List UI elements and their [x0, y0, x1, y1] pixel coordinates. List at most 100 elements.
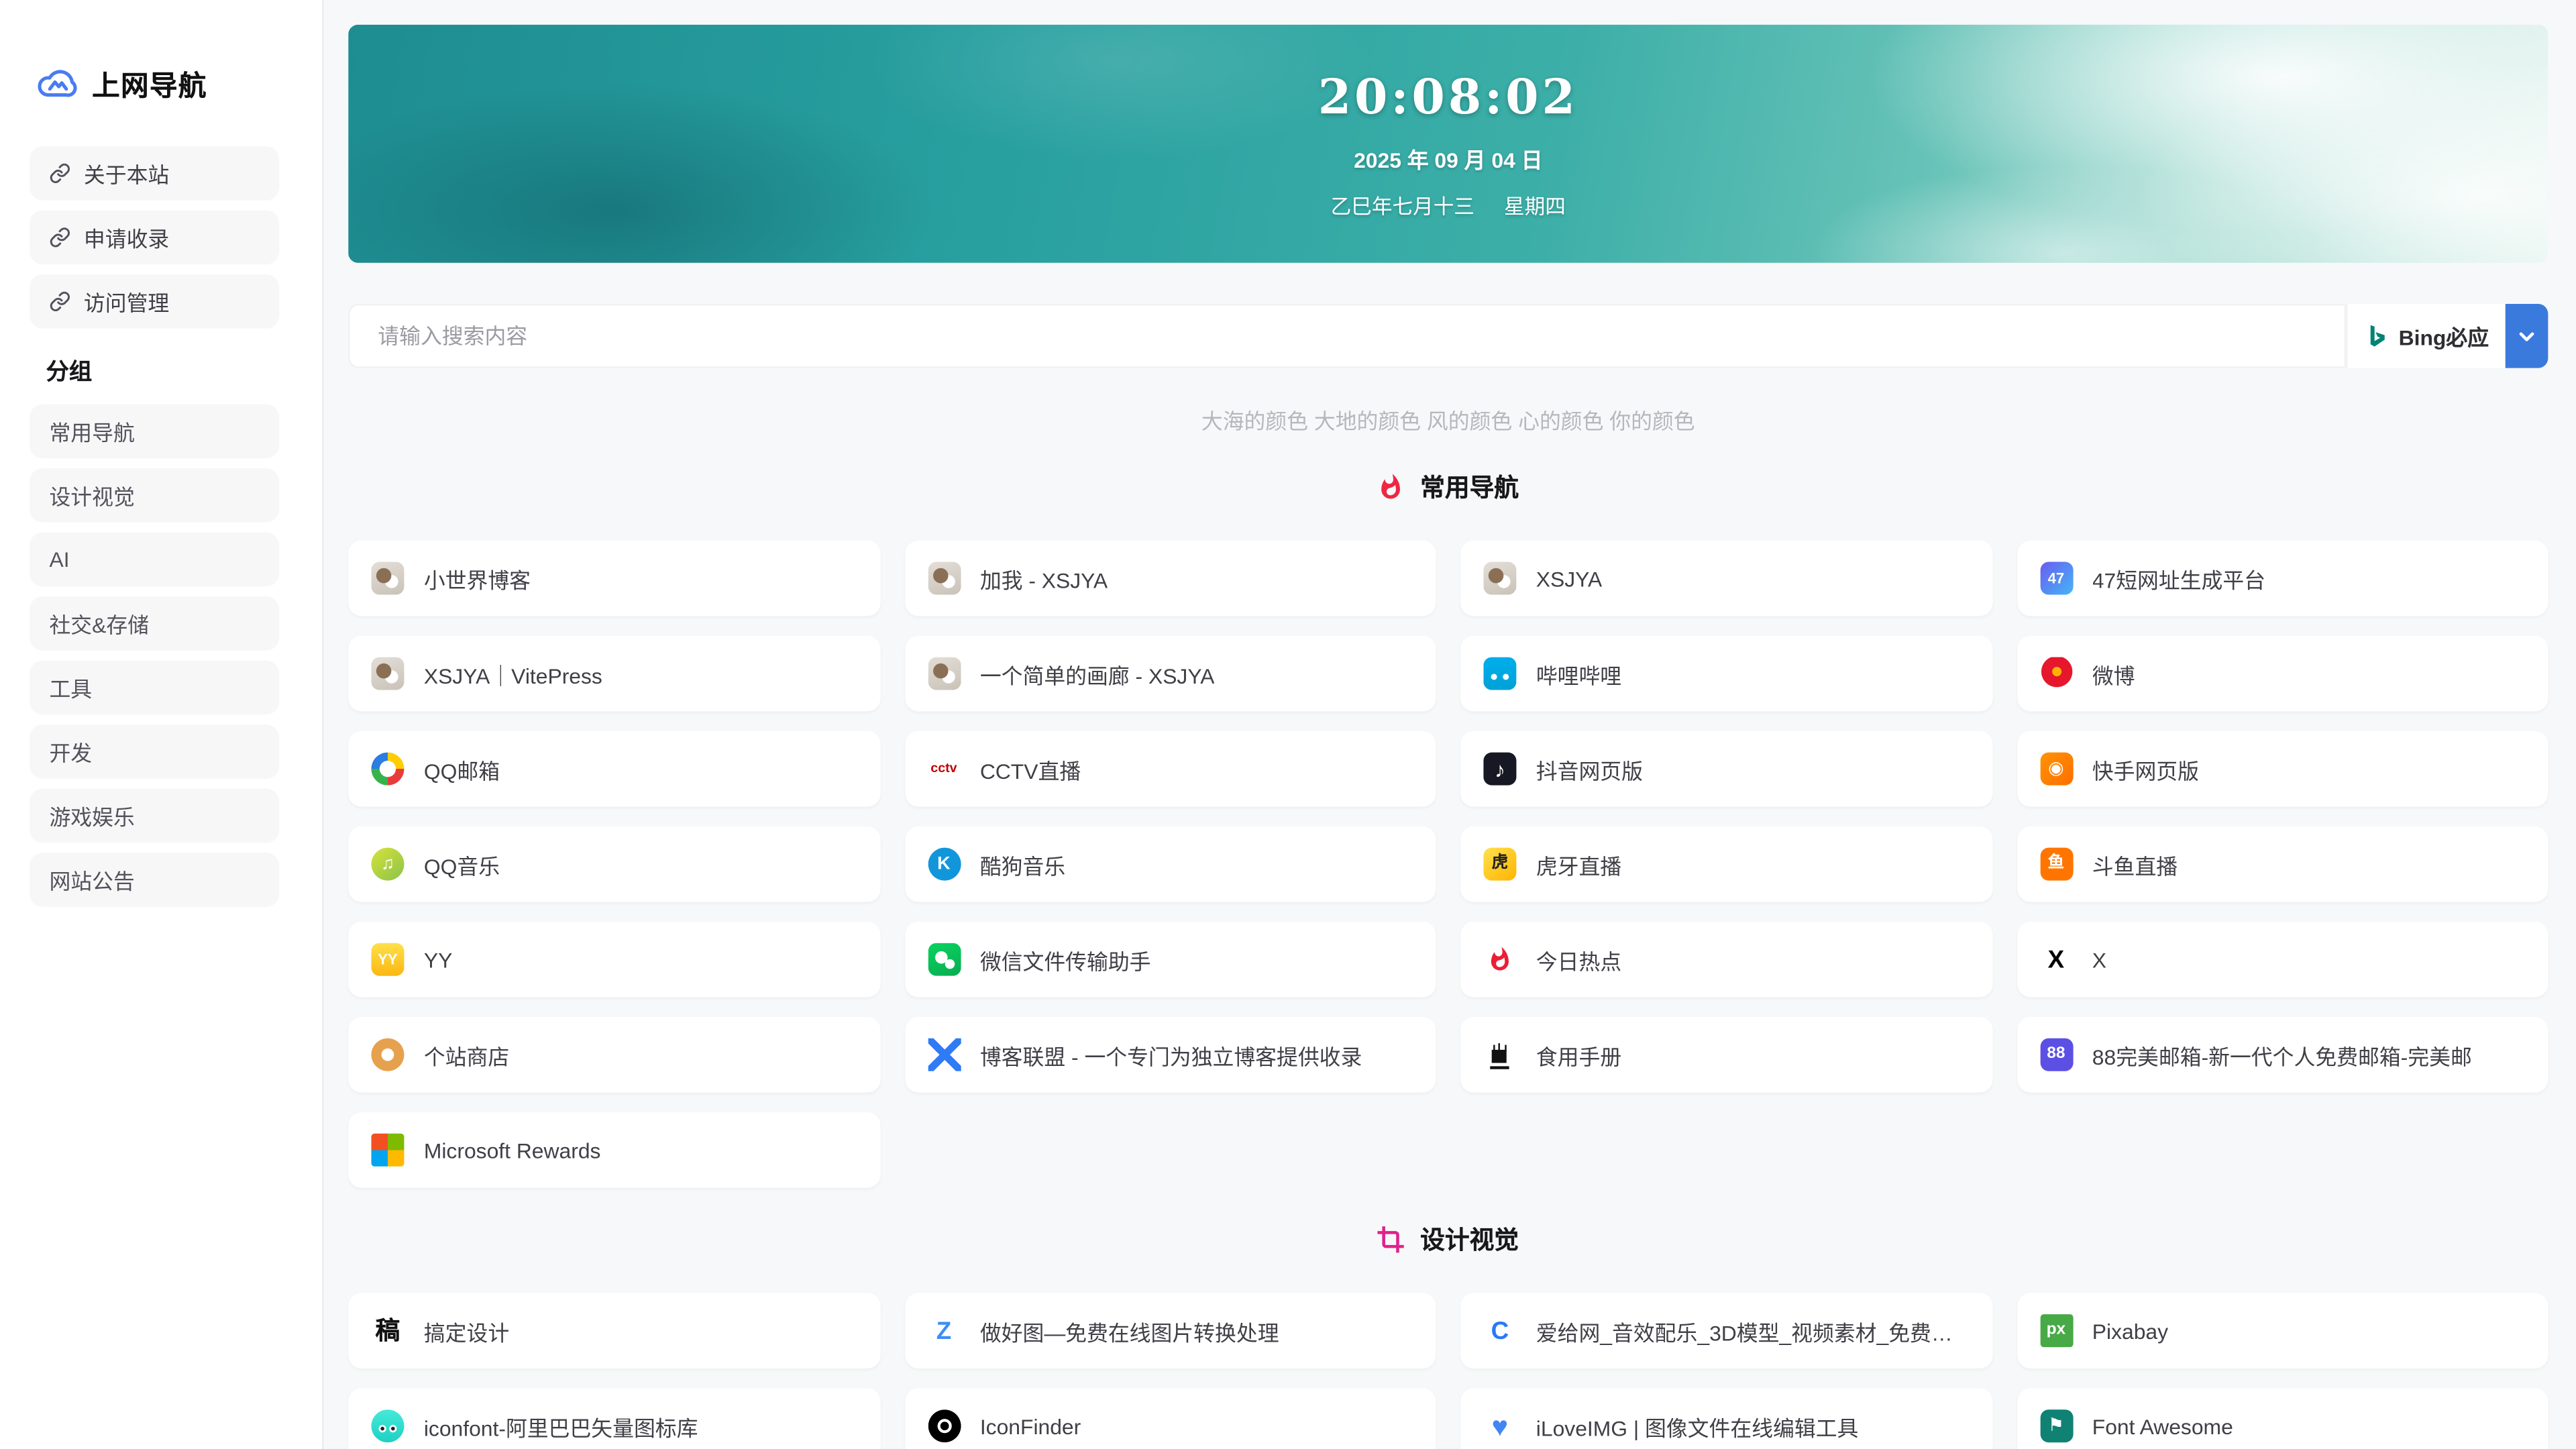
kuaishou-icon: ◉ [2039, 753, 2072, 786]
link-card[interactable]: K 酷狗音乐 [904, 826, 1436, 902]
group-item-网站公告[interactable]: 网站公告 [30, 853, 279, 907]
cat-avatar-icon [927, 562, 960, 595]
zuohaotu-icon: Z [927, 1314, 960, 1347]
link-card[interactable]: 微博 [2017, 636, 2548, 712]
microsoft-logo-icon [371, 1134, 404, 1167]
date-text: 2025 年 09 月 04 日 [1354, 142, 1542, 174]
link-label: 一个简单的画廊 - XSJYA [980, 658, 1215, 690]
link-label: QQ音乐 [424, 849, 500, 880]
link-card[interactable]: 稿 搞定设计 [348, 1293, 879, 1368]
search-engine-button[interactable]: Bing必应 [2346, 304, 2506, 368]
link-icon [49, 227, 70, 248]
link-card[interactable]: ⚑ Font Awesome [2017, 1388, 2548, 1449]
cat-avatar-icon [927, 657, 960, 690]
link-label: CCTV直播 [980, 753, 1081, 785]
link-card[interactable]: XSJYA｜VitePress [348, 636, 879, 712]
group-item-label: 社交&存储 [49, 608, 149, 639]
aigei-icon: C [1483, 1314, 1516, 1347]
group-item-游戏娱乐[interactable]: 游戏娱乐 [30, 789, 279, 843]
group-item-AI[interactable]: AI [30, 532, 279, 586]
group-item-label: 网站公告 [49, 864, 134, 896]
link-card[interactable]: 博客联盟 - 一个专门为独立博客提供收录 [904, 1017, 1436, 1093]
link-card[interactable]: 小世界博客 [348, 541, 879, 616]
search-tagline: 大海的颜色 大地的颜色 风的颜色 心的颜色 你的颜色 [348, 404, 2548, 430]
x-logo-icon: X [2039, 943, 2072, 976]
link-card[interactable]: ♪ 抖音网页版 [1460, 731, 1992, 807]
link-card[interactable]: ◉ 快手网页版 [2017, 731, 2548, 807]
link-card[interactable]: ♥ iLoveIMG | 图像文件在线编辑工具 [1460, 1388, 1992, 1449]
blog-union-icon [927, 1038, 960, 1071]
cat-avatar-icon [1483, 562, 1516, 595]
group-item-label: 工具 [49, 672, 92, 704]
link-label: iconfont-阿里巴巴矢量图标库 [424, 1410, 698, 1442]
link-label: QQ邮箱 [424, 753, 500, 785]
link-card[interactable]: 88 88完美邮箱-新一代个人免费邮箱-完美邮 [2017, 1017, 2548, 1093]
link-label: 搞定设计 [424, 1315, 509, 1346]
link-card[interactable]: ♫ QQ音乐 [348, 826, 879, 902]
group-item-label: 游戏娱乐 [49, 800, 134, 832]
link-card[interactable]: 一个简单的画廊 - XSJYA [904, 636, 1436, 712]
shortlink-icon: 47 [2039, 562, 2072, 595]
groups-title: 分组 [46, 355, 322, 388]
engine-label: Bing必应 [2399, 321, 2489, 352]
link-card[interactable]: XSJYA [1460, 541, 1992, 616]
main-content: 20:08:02 2025 年 09 月 04 日 乙巳年七月十三星期四 Bin… [323, 0, 2576, 1449]
link-label: 虎牙直播 [1536, 849, 1621, 880]
link-card[interactable]: 今日热点 [1460, 922, 1992, 998]
link-card[interactable]: iconfont-阿里巴巴矢量图标库 [348, 1388, 879, 1449]
link-card[interactable]: 47 47短网址生成平台 [2017, 541, 2548, 616]
link-label: 加我 - XSJYA [980, 563, 1108, 594]
group-item-开发[interactable]: 开发 [30, 724, 279, 779]
link-sections: 常用导航 小世界博客 加我 - XSJYA XSJYA 47 47短网址生成平台… [348, 467, 2548, 1449]
link-label: 酷狗音乐 [980, 849, 1065, 880]
chevron-down-icon [2515, 325, 2538, 347]
link-card[interactable]: px Pixabay [2017, 1293, 2548, 1368]
link-label: XSJYA [1536, 566, 1602, 591]
crop-icon [1377, 1225, 1405, 1253]
link-card[interactable]: 个站商店 [348, 1017, 879, 1093]
link-card[interactable]: 鱼 斗鱼直播 [2017, 826, 2548, 902]
link-label: 微信文件传输助手 [980, 944, 1151, 975]
sidebar-item-申请收录[interactable]: 申请收录 [30, 210, 279, 264]
link-card[interactable]: Z 做好图—免费在线图片转换处理 [904, 1293, 1436, 1368]
flame-icon [1377, 472, 1405, 500]
link-label: Microsoft Rewards [424, 1138, 601, 1163]
link-label: iLoveIMG | 图像文件在线编辑工具 [1536, 1410, 1859, 1442]
link-card[interactable]: Microsoft Rewards [348, 1112, 879, 1188]
link-card[interactable]: YY YY [348, 922, 879, 998]
search-input[interactable] [348, 304, 2346, 368]
link-card[interactable]: 哔哩哔哩 [1460, 636, 1992, 712]
link-card[interactable]: 食用手册 [1460, 1017, 1992, 1093]
link-card[interactable]: cctv CCTV直播 [904, 731, 1436, 807]
link-label: 微博 [2092, 658, 2135, 690]
link-card[interactable]: 加我 - XSJYA [904, 541, 1436, 616]
sidebar-item-label: 申请收录 [84, 222, 169, 254]
douyu-icon: 鱼 [2039, 848, 2072, 881]
link-label: 博客联盟 - 一个专门为独立博客提供收录 [980, 1039, 1362, 1071]
link-label: 做好图—免费在线图片转换处理 [980, 1315, 1279, 1346]
group-item-设计视觉[interactable]: 设计视觉 [30, 468, 279, 523]
link-card[interactable]: QQ邮箱 [348, 731, 879, 807]
link-label: 今日热点 [1536, 944, 1621, 975]
site-title: 上网导航 [92, 62, 207, 103]
group-item-工具[interactable]: 工具 [30, 660, 279, 714]
group-item-社交&存储[interactable]: 社交&存储 [30, 596, 279, 651]
link-card[interactable]: 虎 虎牙直播 [1460, 826, 1992, 902]
link-card[interactable]: IconFinder [904, 1388, 1436, 1449]
gaoding-icon: 稿 [371, 1314, 404, 1347]
section-header: 常用导航 [348, 467, 2548, 506]
fontawesome-flag-icon: ⚑ [2039, 1409, 2072, 1442]
group-item-常用导航[interactable]: 常用导航 [30, 404, 279, 458]
engine-dropdown-button[interactable] [2506, 304, 2548, 368]
link-grid: 稿 搞定设计 Z 做好图—免费在线图片转换处理 C 爱给网_音效配乐_3D模型_… [348, 1293, 2548, 1449]
link-label: 个站商店 [424, 1039, 509, 1071]
sidebar-item-访问管理[interactable]: 访问管理 [30, 274, 279, 329]
link-card[interactable]: X X [2017, 922, 2548, 998]
page: 上网导航 关于本站 申请收录 访问管理 分组 常用导航 设计视觉 AI 社交&存… [0, 0, 2576, 1449]
bing-icon [2364, 323, 2389, 348]
link-label: 快手网页版 [2092, 753, 2199, 785]
sidebar-item-关于本站[interactable]: 关于本站 [30, 146, 279, 201]
section-header: 设计视觉 [348, 1219, 2548, 1258]
link-card[interactable]: C 爱给网_音效配乐_3D模型_视频素材_免费下载 [1460, 1293, 1992, 1368]
link-card[interactable]: 微信文件传输助手 [904, 922, 1436, 998]
